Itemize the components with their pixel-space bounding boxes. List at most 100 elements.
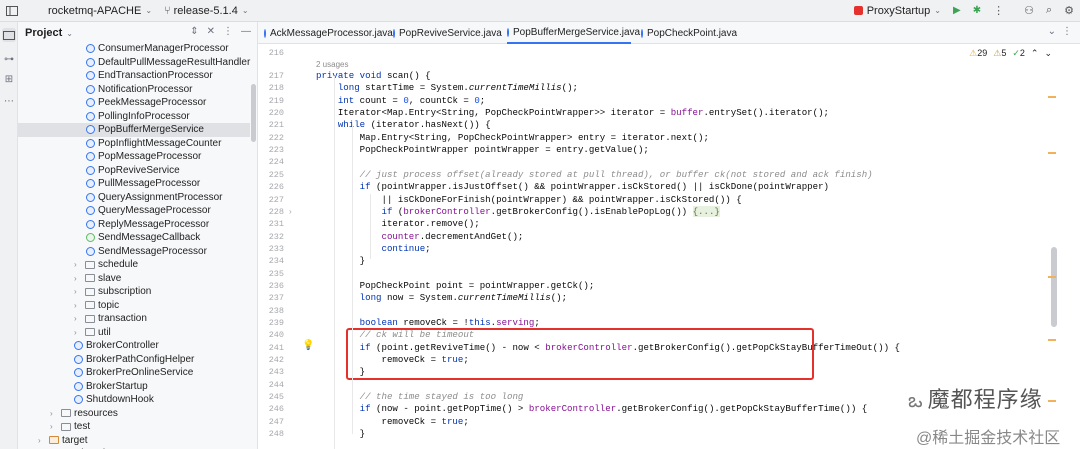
structure-tool-button[interactable]: ⊞ — [2, 72, 16, 86]
tree-scrollbar[interactable] — [251, 84, 256, 142]
tree-item[interactable]: BrokerController — [18, 339, 250, 353]
project-tool-button[interactable] — [2, 28, 16, 42]
tree-item-label: BrokerStartup — [86, 380, 148, 392]
tree-item[interactable]: SendMessageCallback — [18, 231, 250, 245]
project-selector[interactable]: rocketmq-APACHE ⌄ — [24, 0, 158, 22]
search-button[interactable]: ⌕ — [1040, 0, 1058, 22]
chevron-down-icon: ⌄ — [66, 28, 73, 38]
editor-scrollbar[interactable] — [1051, 247, 1057, 327]
tree-item[interactable]: › topic — [18, 299, 250, 313]
tree-item[interactable]: BrokerStartup — [18, 380, 250, 394]
more-icon[interactable]: ⋮ — [1062, 26, 1072, 37]
error-stripe-marker[interactable] — [1048, 152, 1056, 154]
line-number: 218 — [268, 83, 284, 94]
run-config-selector[interactable]: ProxyStartup ⌄ — [848, 0, 947, 22]
tree-item[interactable]: PullMessageProcessor — [18, 177, 250, 191]
inspection-widget[interactable]: ⚠29 ⚠5 ✓2 ⌃ ⌄ — [969, 48, 1052, 59]
chevron-right-icon[interactable]: › — [50, 422, 58, 431]
sidebar-toggle-button[interactable] — [0, 0, 24, 22]
more-icon: ⋯ — [4, 95, 14, 107]
class-icon — [74, 368, 83, 378]
tree-item[interactable]: › resources — [18, 407, 250, 421]
editor-tab[interactable]: PopBufferMergeService.java — [507, 22, 640, 44]
code-line: || isCkDoneForFinish(pointWrapper) && po… — [316, 193, 742, 205]
tree-item[interactable]: ShutdownHook — [18, 393, 250, 407]
fold-toggle-icon[interactable]: › — [289, 207, 292, 216]
tree-item[interactable]: EndTransactionProcessor — [18, 69, 250, 83]
project-panel-title: Project — [25, 27, 63, 39]
add-user-button[interactable]: ⚇ — [1018, 0, 1040, 22]
chevron-right-icon[interactable]: › — [50, 409, 58, 418]
branch-selector[interactable]: ⑂ release-5.1.4 ⌄ — [158, 0, 255, 22]
chevron-down-icon[interactable]: ⌄ — [1048, 26, 1056, 37]
tree-item[interactable]: › slave — [18, 272, 250, 286]
class-icon — [86, 192, 95, 202]
folder-icon — [3, 31, 15, 40]
run-button[interactable]: ▶ — [947, 0, 967, 22]
more-tools-button[interactable]: ⋯ — [2, 94, 16, 108]
usages-hint[interactable]: 2 usages — [316, 60, 348, 69]
tree-item[interactable]: PeekMessageProcessor — [18, 96, 250, 110]
tree-item[interactable]: PollingInfoProcessor — [18, 110, 250, 124]
chevron-up-icon[interactable]: ⌃ — [1031, 48, 1039, 59]
chevron-right-icon[interactable]: › — [74, 314, 82, 323]
line-number: 239 — [268, 318, 284, 328]
branch-name: release-5.1.4 — [173, 4, 238, 17]
tree-item[interactable]: DefaultPullMessageResultHandler — [18, 56, 250, 70]
tree-item[interactable]: PopInflightMessageCounter — [18, 137, 250, 151]
editor-tab[interactable]: AckMessageProcessor.java — [264, 22, 393, 44]
tree-item[interactable]: ConsumerManagerProcessor — [18, 42, 250, 56]
chevron-right-icon[interactable]: › — [74, 328, 82, 337]
chevron-right-icon[interactable]: › — [38, 436, 46, 445]
tree-item[interactable]: › util — [18, 326, 250, 340]
expand-collapse-icon[interactable]: ⇕ — [190, 26, 198, 37]
error-stripe-marker[interactable] — [1048, 276, 1056, 278]
tree-item[interactable]: QueryAssignmentProcessor — [18, 191, 250, 205]
tree-item[interactable]: › subscription — [18, 285, 250, 299]
editor-tab[interactable]: PopReviveService.java — [393, 22, 502, 44]
line-number: 235 — [268, 268, 284, 279]
code-editor[interactable]: 216 217 218 219 220 221 222 223 224 225 226 227 228 2… — [258, 44, 1080, 449]
tree-item[interactable]: BrokerPathConfigHelper — [18, 353, 250, 367]
tree-item-label: SendMessageProcessor — [98, 245, 207, 257]
play-icon: ▶ — [952, 5, 961, 16]
error-stripe-marker[interactable] — [1048, 96, 1056, 98]
tree-item[interactable]: ReplyMessageProcessor — [18, 218, 250, 232]
tree-item[interactable]: › schedule — [18, 258, 250, 272]
chevron-right-icon[interactable]: › — [74, 260, 82, 269]
java-class-icon — [507, 27, 509, 37]
tree-item[interactable]: QueryMessageProcessor — [18, 204, 250, 218]
line-number: 241 — [268, 342, 284, 353]
tree-item[interactable]: NotificationProcessor — [18, 83, 250, 97]
tree-item[interactable]: › target — [18, 434, 250, 448]
java-class-icon — [393, 28, 395, 38]
chevron-right-icon[interactable]: › — [74, 274, 82, 283]
code-line: Map.Entry<String, PopCheckPointWrapper> … — [316, 131, 709, 143]
more-actions-button[interactable]: ⋮ — [987, 0, 1010, 22]
close-icon[interactable]: ✕ — [207, 26, 215, 37]
lightbulb-icon[interactable]: 💡 — [302, 340, 314, 351]
tree-item[interactable]: › transaction — [18, 312, 250, 326]
editor-tab[interactable]: PopCheckPoint.java — [641, 22, 737, 44]
tree-item-label: topic — [98, 299, 120, 311]
error-stripe-marker[interactable] — [1048, 339, 1056, 341]
tree-item[interactable]: SendMessageProcessor — [18, 245, 250, 259]
chevron-right-icon[interactable]: › — [74, 287, 82, 296]
tree-item[interactable]: BrokerPreOnlineService — [18, 366, 250, 380]
minimize-icon[interactable]: — — [241, 26, 251, 37]
tree-item[interactable]: › test — [18, 420, 250, 434]
editor-tab-label: PopBufferMergeService.java — [513, 26, 641, 38]
tree-item[interactable]: PopBufferMergeService — [18, 123, 250, 137]
tree-item[interactable]: PopReviveService — [18, 164, 250, 178]
code-line: if (pointWrapper.isJustOffset() && point… — [359, 181, 829, 193]
chevron-right-icon[interactable]: › — [74, 301, 82, 310]
settings-button[interactable]: ⚙ — [1058, 0, 1080, 22]
more-icon[interactable]: ⋮ — [223, 26, 233, 37]
tree-item-label: PopInflightMessageCounter — [98, 137, 222, 149]
tree-item[interactable]: PopMessageProcessor — [18, 150, 250, 164]
debug-button[interactable]: ✱ — [967, 0, 987, 22]
error-stripe-marker[interactable] — [1048, 400, 1056, 402]
chevron-down-icon[interactable]: ⌄ — [1044, 48, 1052, 59]
tree-item-label: NotificationProcessor — [98, 83, 193, 95]
commit-tool-button[interactable]: ⊶ — [2, 52, 16, 66]
